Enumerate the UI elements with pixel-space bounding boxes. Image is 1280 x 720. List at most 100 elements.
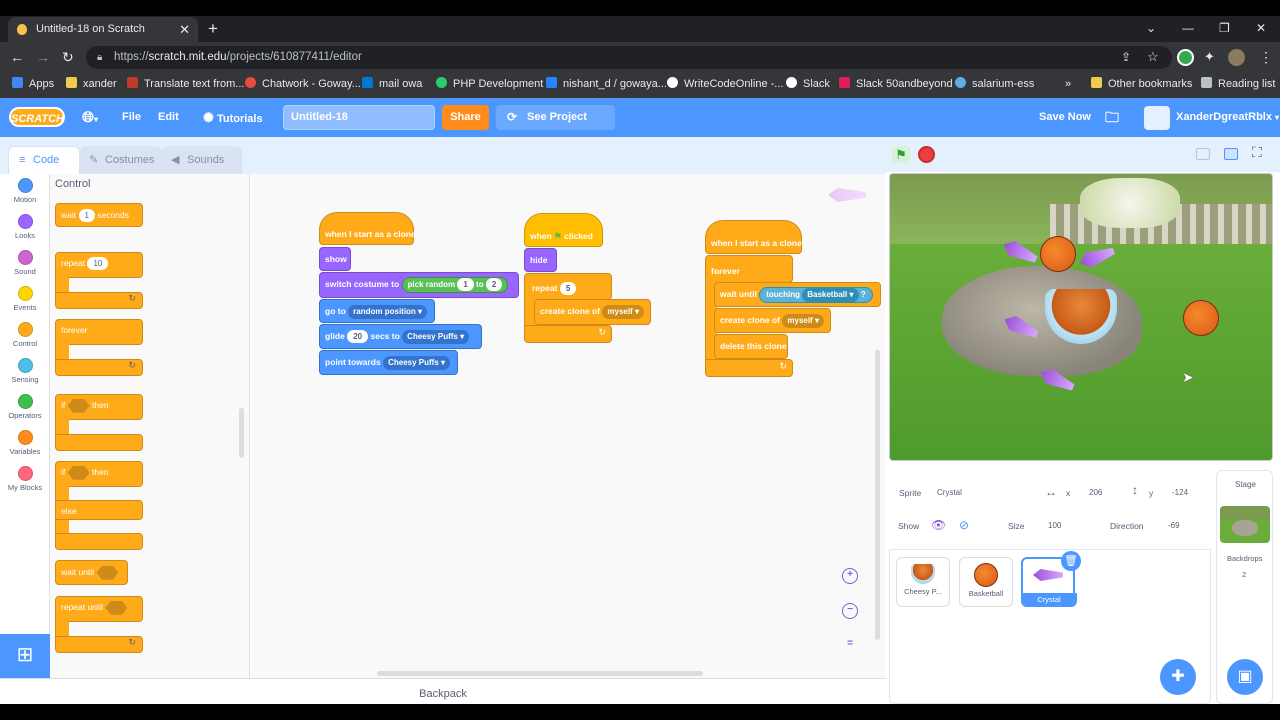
add-extension-button[interactable]: ⊞ bbox=[0, 634, 50, 678]
glide-target-dropdown[interactable]: Cheesy Puffs ▾ bbox=[402, 330, 470, 344]
script1-switch-costume-block[interactable]: switch costume to pick random 1 to 2 bbox=[319, 272, 519, 298]
basketball-sprite[interactable] bbox=[1040, 236, 1076, 272]
choose-sprite-cat-icon[interactable]: ✚ bbox=[1160, 659, 1196, 695]
maximize-icon[interactable]: ❐ bbox=[1219, 17, 1230, 39]
normal-stage-icon[interactable] bbox=[1224, 148, 1238, 160]
size-field[interactable]: 100 bbox=[1048, 521, 1061, 530]
stage-backdrop-thumbnail[interactable] bbox=[1220, 506, 1270, 543]
other-bookmarks[interactable]: Other bookmarks bbox=[1091, 72, 1192, 96]
script2-hide-block[interactable]: hide bbox=[524, 248, 557, 272]
touching-target-dropdown[interactable]: Basketball ▾ bbox=[802, 288, 859, 302]
bookmark-salarium[interactable]: salarium-ess bbox=[955, 72, 1034, 96]
palette-scrollbar[interactable] bbox=[239, 408, 244, 458]
bookmark-nishant[interactable]: nishant_d / gowaya... bbox=[546, 72, 667, 96]
sprite-name-field[interactable]: Crystal bbox=[937, 488, 962, 497]
new-tab-icon[interactable]: + bbox=[208, 18, 218, 40]
category-motion[interactable]: Motion bbox=[0, 178, 50, 204]
category-looks[interactable]: Looks bbox=[0, 214, 50, 240]
category-sound[interactable]: Sound bbox=[0, 250, 50, 276]
share-page-icon[interactable]: ⇪ bbox=[1121, 47, 1131, 67]
more-bookmarks-icon[interactable]: » bbox=[1065, 72, 1071, 96]
bookmark-writecode[interactable]: WriteCodeOnline -... bbox=[667, 72, 783, 96]
script3-clone-hat[interactable]: when I start as a clone bbox=[705, 220, 802, 254]
back-icon[interactable]: ← bbox=[10, 47, 24, 67]
close-window-icon[interactable]: ✕ bbox=[1256, 17, 1266, 39]
browser-menu-icon[interactable]: ⋮ bbox=[1259, 47, 1273, 67]
profile-avatar[interactable] bbox=[1228, 49, 1245, 66]
script3-create-clone-block[interactable]: create clone of myself ▾ bbox=[714, 308, 831, 333]
palette-if-else-block[interactable]: if then else bbox=[55, 461, 143, 551]
my-stuff-folder-icon[interactable]: 🗀︎ bbox=[1105, 98, 1119, 137]
extension-icon[interactable] bbox=[1177, 49, 1194, 66]
stage-canvas[interactable]: ➤ bbox=[889, 173, 1273, 461]
workspace-vertical-scrollbar[interactable] bbox=[875, 350, 880, 640]
backpack-bar[interactable]: Backpack bbox=[0, 678, 886, 704]
script1-goto-block[interactable]: go to random position ▾ bbox=[319, 299, 435, 323]
zoom-out-icon[interactable]: − bbox=[842, 603, 858, 619]
tab-costumes[interactable]: ✎ Costumes bbox=[80, 146, 162, 174]
user-avatar[interactable] bbox=[1144, 106, 1170, 130]
browser-tab[interactable]: Untitled-18 on Scratch ✕ bbox=[8, 17, 198, 42]
fullscreen-icon[interactable]: ⛶ bbox=[1252, 144, 1262, 161]
zoom-in-icon[interactable]: + bbox=[842, 568, 858, 584]
category-control[interactable]: Control bbox=[0, 322, 50, 348]
script3-wait-until-block[interactable]: wait until touching Basketball ▾ ? bbox=[714, 282, 881, 307]
category-my-blocks[interactable]: My Blocks bbox=[0, 466, 50, 492]
category-events[interactable]: Events bbox=[0, 286, 50, 312]
tutorials-menu[interactable]: ✺ Tutorials bbox=[203, 98, 263, 137]
account-menu[interactable]: XanderDgreatRblx ▾ bbox=[1176, 98, 1279, 137]
bookmark-slack[interactable]: Slack bbox=[786, 72, 830, 96]
x-field[interactable]: 206 bbox=[1089, 488, 1102, 497]
close-tab-icon[interactable]: ✕ bbox=[179, 17, 190, 42]
y-field[interactable]: -124 bbox=[1172, 488, 1188, 497]
delete-sprite-trash-icon[interactable]: 🗑︎ bbox=[1061, 551, 1081, 571]
hide-eye-icon[interactable]: ⊘ bbox=[959, 518, 969, 532]
clone-target-dropdown[interactable]: myself ▾ bbox=[602, 305, 644, 319]
save-now-button[interactable]: Save Now bbox=[1039, 98, 1091, 137]
green-flag-button[interactable]: ⚑ bbox=[892, 146, 910, 163]
palette-wait-until-block[interactable]: wait until bbox=[55, 560, 128, 585]
language-globe-icon[interactable]: 🌐︎▾ bbox=[82, 98, 98, 137]
bookmark-php[interactable]: PHP Development bbox=[436, 72, 543, 96]
goto-target-dropdown[interactable]: random position ▾ bbox=[348, 305, 428, 319]
category-sensing[interactable]: Sensing bbox=[0, 358, 50, 384]
palette-forever-block[interactable]: forever ↻ bbox=[55, 319, 143, 377]
choose-backdrop-icon[interactable]: ▣ bbox=[1227, 659, 1263, 695]
zoom-reset-icon[interactable]: = bbox=[842, 638, 858, 654]
category-variables[interactable]: Variables bbox=[0, 430, 50, 456]
sprite-thumb-basketball[interactable]: Basketball bbox=[959, 557, 1013, 607]
see-project-page-button[interactable]: ⟳See Project Page bbox=[496, 105, 615, 148]
script1-clone-hat[interactable]: when I start as a clone bbox=[319, 212, 416, 245]
script3-delete-clone-block[interactable]: delete this clone bbox=[714, 334, 788, 359]
palette-repeat-until-block[interactable]: repeat until ↻ bbox=[55, 596, 143, 654]
address-bar[interactable]: 🔒︎ https://scratch.mit.edu/projects/6108… bbox=[86, 46, 1172, 69]
bookmark-apps[interactable]: Apps bbox=[12, 72, 54, 96]
palette-if-then-block[interactable]: if then bbox=[55, 394, 143, 452]
edit-menu[interactable]: Edit bbox=[158, 98, 179, 137]
clone-target-dropdown[interactable]: myself ▾ bbox=[782, 314, 824, 328]
bookmark-star-icon[interactable]: ☆ bbox=[1147, 47, 1159, 67]
extensions-puzzle-icon[interactable]: ✦ bbox=[1204, 47, 1215, 67]
forward-icon[interactable]: → bbox=[36, 47, 50, 67]
file-menu[interactable]: File bbox=[122, 98, 141, 137]
touching-boolean[interactable]: touching Basketball ▾ ? bbox=[759, 287, 873, 303]
bookmark-slack-50[interactable]: Slack 50andbeyond bbox=[839, 72, 953, 96]
stop-button[interactable] bbox=[918, 146, 935, 163]
share-button[interactable]: Share bbox=[442, 105, 489, 130]
tab-sounds[interactable]: ◀︎ Sounds bbox=[162, 146, 242, 174]
project-title-input[interactable]: Untitled-18 bbox=[283, 105, 435, 130]
show-visible-eye-icon[interactable]: 👁︎ bbox=[931, 518, 946, 532]
script2-create-clone-block[interactable]: create clone of myself ▾ bbox=[534, 299, 651, 325]
category-operators[interactable]: Operators bbox=[0, 394, 50, 420]
reading-list[interactable]: Reading list bbox=[1201, 72, 1275, 96]
direction-field[interactable]: -69 bbox=[1168, 521, 1180, 530]
pick-random-reporter[interactable]: pick random 1 to 2 bbox=[401, 277, 509, 293]
script1-glide-block[interactable]: glide 20 secs to Cheesy Puffs ▾ bbox=[319, 324, 482, 349]
reload-icon[interactable]: ↻ bbox=[62, 47, 74, 67]
bookmark-translate[interactable]: Translate text from... bbox=[127, 72, 244, 96]
bookmark-mail-owa[interactable]: mail owa bbox=[362, 72, 422, 96]
script1-show-block[interactable]: show bbox=[319, 247, 351, 271]
tab-search-icon[interactable]: ⌄ bbox=[1146, 17, 1156, 39]
bookmark-xander[interactable]: xander bbox=[66, 72, 117, 96]
sprite-thumb-cheesy-puffs[interactable]: Cheesy P... bbox=[896, 557, 950, 607]
